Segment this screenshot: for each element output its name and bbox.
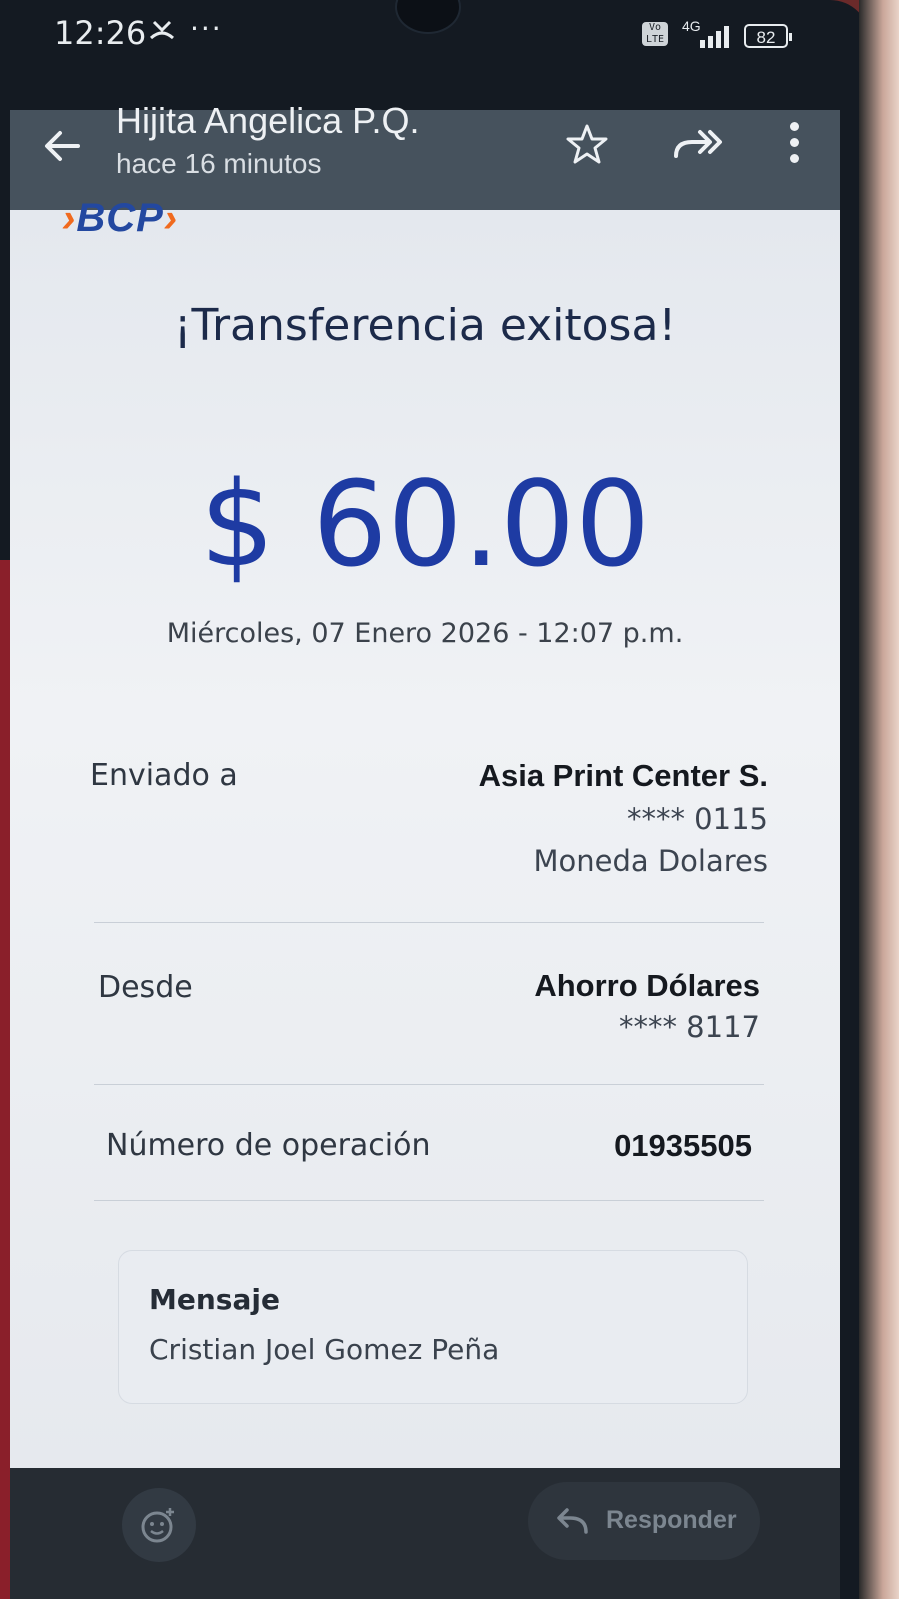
phone-side-edge xyxy=(859,0,899,1599)
star-icon[interactable] xyxy=(565,122,609,166)
more-options-icon[interactable] xyxy=(786,122,802,168)
operation-number: 01935505 xyxy=(614,1128,752,1163)
transfer-amount: $ 60.00 xyxy=(199,455,651,593)
recipient-name: Asia Print Center S. xyxy=(478,758,768,793)
operation-label: Número de operación xyxy=(106,1128,431,1163)
forward-icon[interactable] xyxy=(672,124,726,164)
reply-button[interactable]: Responder xyxy=(528,1482,760,1560)
received-time: hace 16 minutos xyxy=(116,148,322,179)
network-type: 4G xyxy=(682,18,701,34)
reply-label: Responder xyxy=(606,1506,737,1534)
bcp-logo: ›BCP› xyxy=(62,196,179,240)
more-notifications-icon: ··· xyxy=(190,12,223,45)
divider xyxy=(94,922,764,923)
recipient-account: **** 0115 xyxy=(626,802,768,836)
sent-to-label: Enviado a xyxy=(90,758,238,793)
bottom-action-bar: Responder xyxy=(10,1468,840,1599)
status-bar: 12:26 ··· Vo LTE 4G 82 xyxy=(0,0,870,72)
signal-icon xyxy=(700,24,732,48)
emoji-reaction-icon[interactable] xyxy=(122,1488,196,1562)
battery-icon: 82 xyxy=(744,24,792,48)
recipient-currency: Moneda Dolares xyxy=(533,844,768,878)
divider xyxy=(94,1200,764,1201)
missed-call-icon xyxy=(148,18,176,49)
front-camera xyxy=(395,0,461,34)
reply-icon xyxy=(554,1504,590,1538)
transfer-receipt: ›BCP› ¡Transferencia exitosa! $ 60.00 Mi… xyxy=(10,196,840,1468)
success-title: ¡Transferencia exitosa! xyxy=(173,300,677,351)
volte-icon: Vo LTE xyxy=(642,22,668,46)
message-text: Cristian Joel Gomez Peña xyxy=(149,1333,500,1366)
from-account: **** 8117 xyxy=(618,1010,760,1044)
transfer-date: Miércoles, 07 Enero 2026 - 12:07 p.m. xyxy=(166,618,684,649)
mail-header: Hijita Angelica P.Q. hace 16 minutos xyxy=(10,100,840,210)
from-account-name: Ahorro Dólares xyxy=(534,968,760,1003)
sender-name: Hijita Angelica P.Q. xyxy=(116,100,420,141)
message-box: Mensaje Cristian Joel Gomez Peña xyxy=(118,1250,748,1404)
back-arrow-icon[interactable] xyxy=(38,122,86,170)
status-time: 12:26 xyxy=(54,14,147,52)
message-label: Mensaje xyxy=(149,1283,280,1316)
divider xyxy=(94,1084,764,1085)
from-label: Desde xyxy=(98,970,193,1005)
